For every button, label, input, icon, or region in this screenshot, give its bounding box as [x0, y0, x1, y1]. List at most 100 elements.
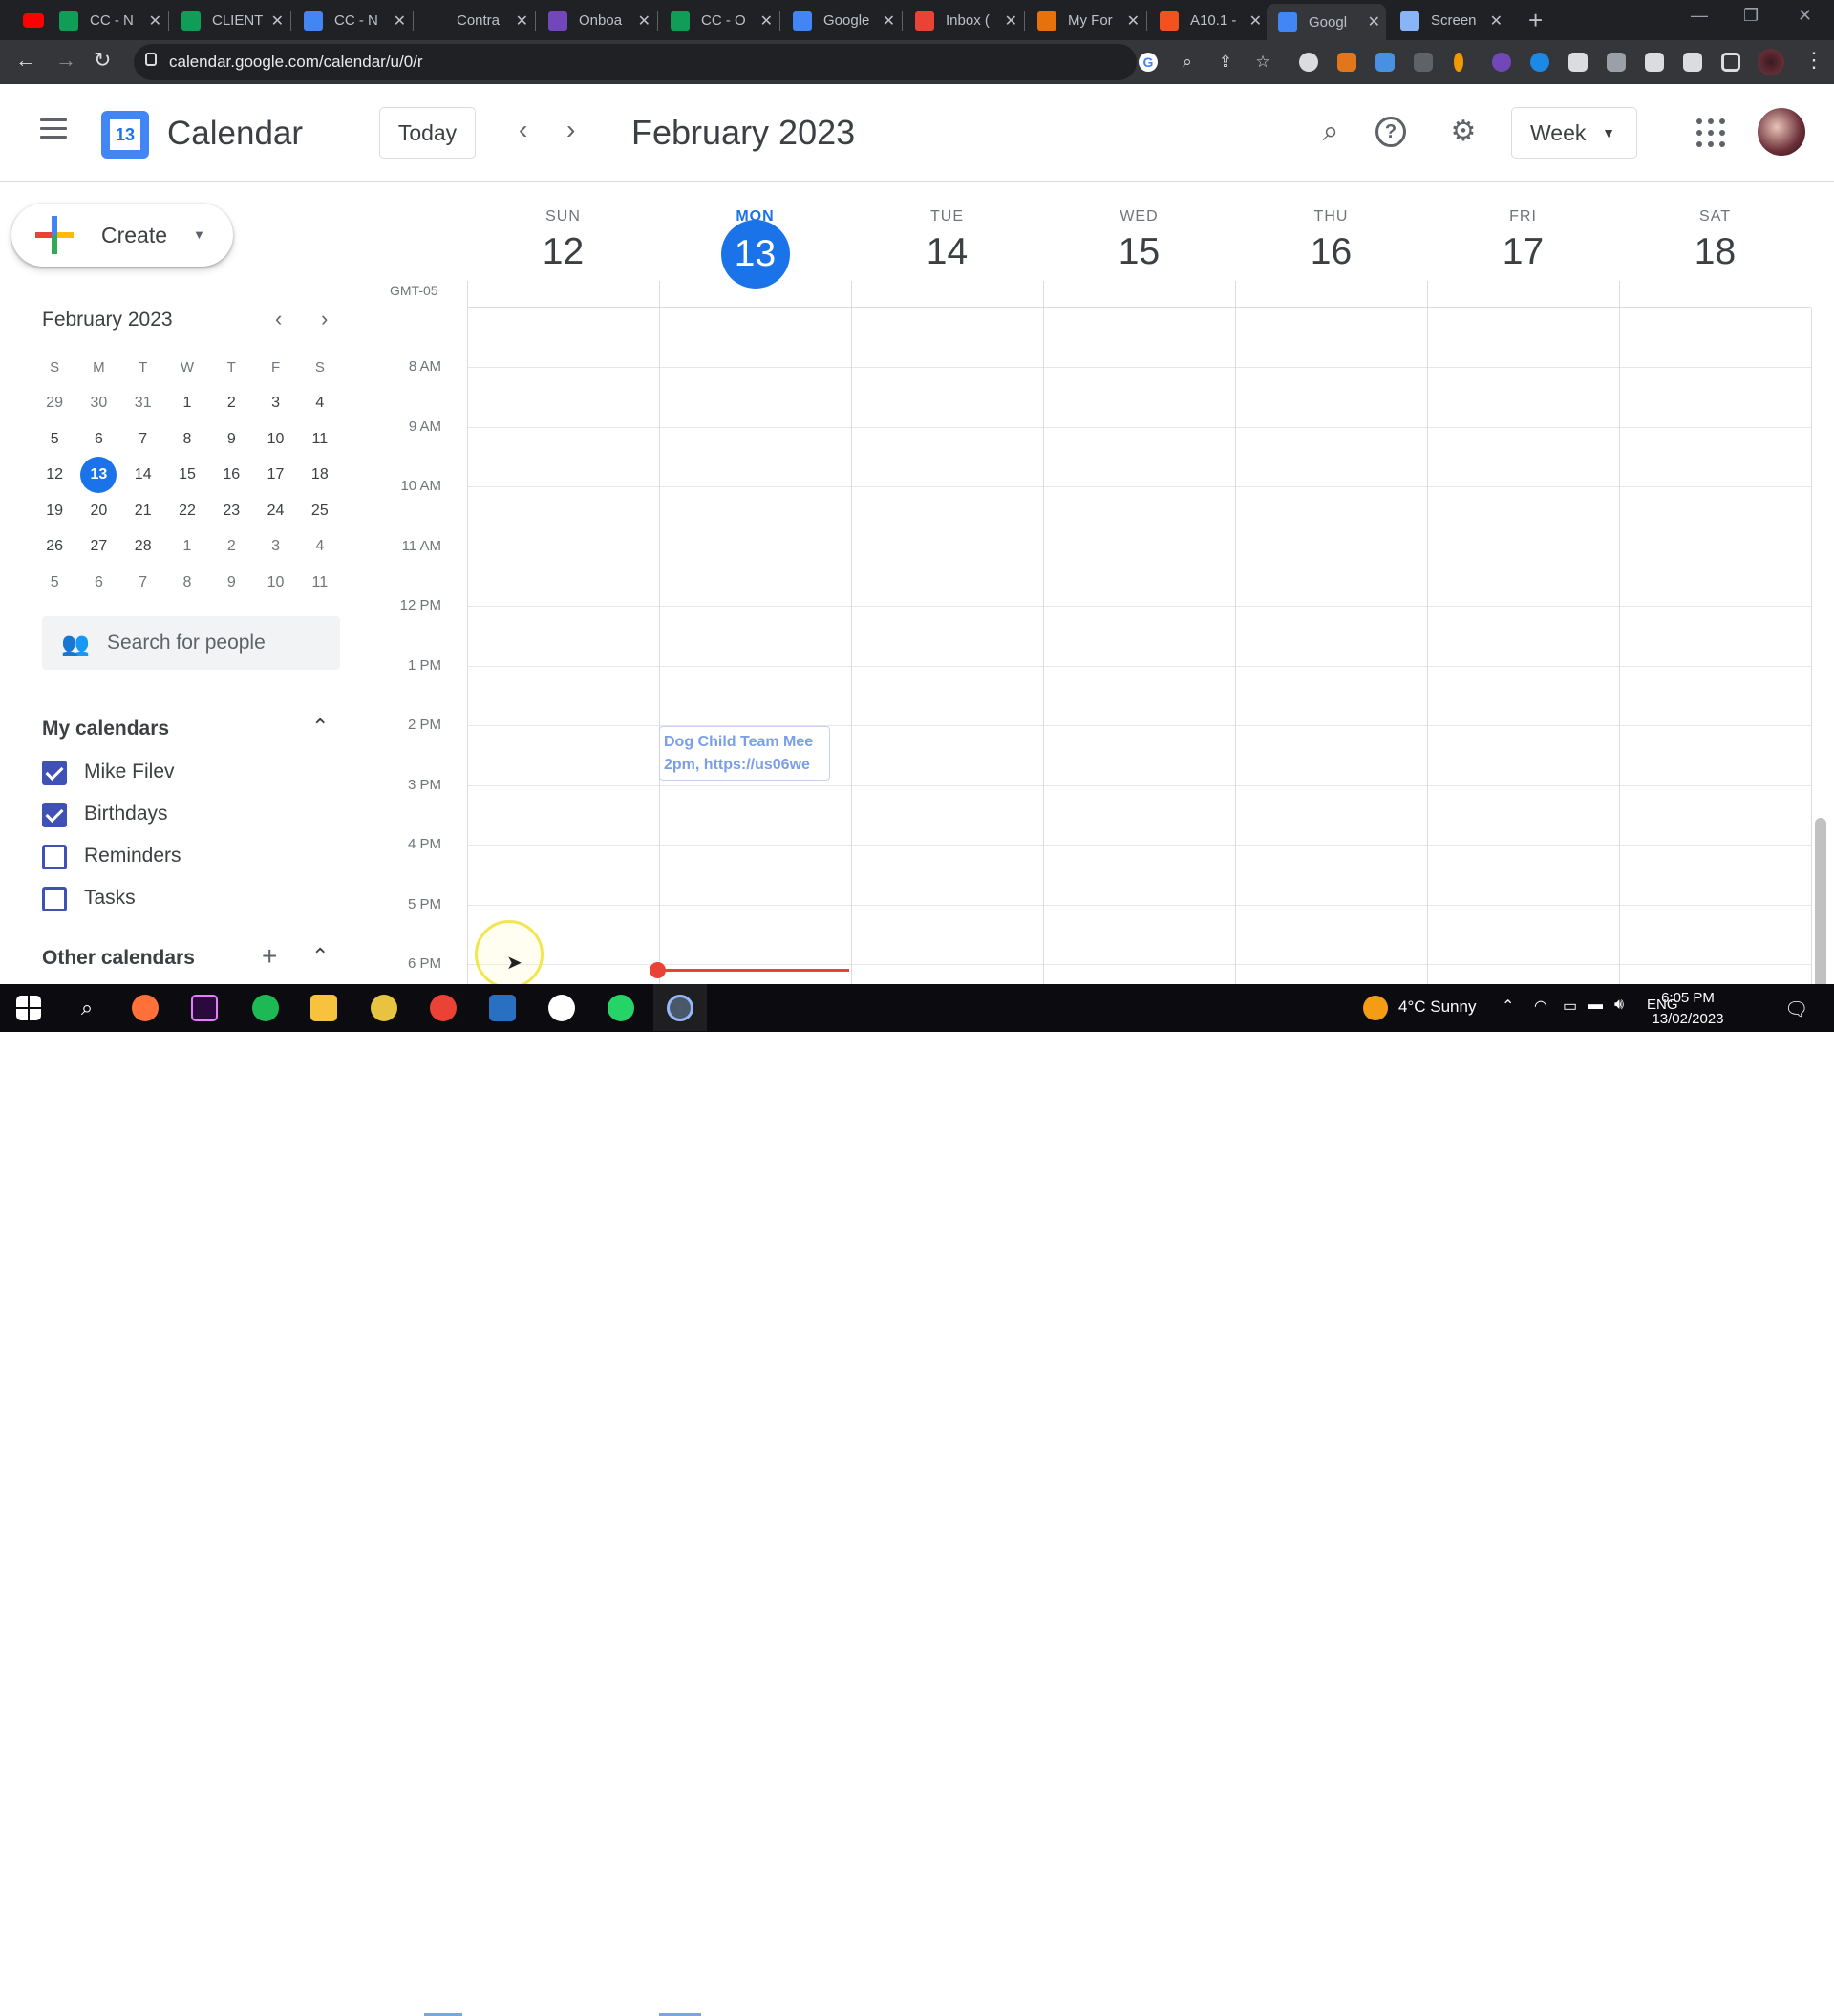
day-column-header[interactable]: FRI 17 [1427, 182, 1619, 273]
extension-list-icon[interactable] [1299, 53, 1318, 72]
battery-icon[interactable]: ▬ [1588, 997, 1603, 1014]
day-column-header[interactable]: WED 15 [1043, 182, 1235, 273]
chrome-icon[interactable] [430, 995, 457, 1021]
side-panel-icon[interactable] [1721, 53, 1740, 72]
extension-icon[interactable] [1454, 53, 1463, 72]
minimize-icon[interactable]: — [1691, 6, 1708, 26]
close-tab-icon[interactable]: ✕ [394, 11, 406, 31]
day-number[interactable]: 14 [851, 231, 1043, 273]
next-week-icon[interactable]: › [566, 115, 575, 145]
news-icon[interactable] [1414, 53, 1433, 72]
photos-icon[interactable] [489, 995, 516, 1021]
close-tab-icon[interactable]: ✕ [271, 11, 284, 31]
file-explorer-icon[interactable] [310, 995, 337, 1021]
google-lens-icon[interactable]: G [1139, 53, 1158, 72]
close-tab-icon[interactable]: ✕ [149, 11, 161, 31]
browser-tab[interactable]: My For ✕ [1026, 5, 1145, 36]
forward-button[interactable]: → [55, 48, 76, 73]
close-tab-icon[interactable]: ✕ [1368, 12, 1380, 32]
menu-icon[interactable]: ⋮ [1803, 48, 1824, 73]
weather-text[interactable]: 4°C Sunny [1398, 997, 1476, 1017]
calendar-logo-icon[interactable]: 13 [101, 111, 149, 159]
tray-expand-icon[interactable]: ⌃ [1502, 997, 1514, 1016]
browser-tab[interactable]: CLIENT ✕ [170, 5, 289, 36]
account-avatar[interactable] [1758, 108, 1805, 156]
media-icon[interactable] [1683, 53, 1702, 72]
screen-icon[interactable] [1607, 53, 1626, 72]
close-tab-icon[interactable]: ✕ [883, 11, 895, 31]
browser-tab[interactable]: Screen ✕ [1389, 5, 1508, 36]
week-time-grid[interactable]: Dog Child Team Mee 2pm, https://us06we ➤… [0, 308, 1834, 984]
app-title[interactable]: Calendar [167, 115, 303, 153]
whatsapp-icon[interactable] [608, 995, 634, 1021]
wifi-icon[interactable]: ◠ [1534, 997, 1547, 1016]
bookmark-star-icon[interactable]: ☆ [1253, 53, 1272, 72]
system-clock[interactable]: 6:05 PM 13/02/2023 [1635, 988, 1740, 1030]
day-column-header[interactable]: SUN 12 [467, 182, 659, 273]
spotify-icon[interactable] [252, 995, 279, 1021]
scrollbar-thumb[interactable] [1815, 818, 1826, 984]
close-window-icon[interactable]: ✕ [1798, 6, 1812, 26]
google-apps-icon[interactable] [1696, 118, 1725, 147]
url-text[interactable]: calendar.google.com/calendar/u/0/r [169, 53, 423, 72]
settings-gear-icon[interactable]: ⚙ [1444, 113, 1482, 151]
metamask-icon[interactable] [1337, 53, 1356, 72]
day-number[interactable]: 18 [1619, 231, 1811, 273]
firefox-icon[interactable] [132, 995, 159, 1021]
back-button[interactable]: ← [15, 48, 36, 73]
day-column-header[interactable]: SAT 18 [1619, 182, 1811, 273]
extension-icon[interactable] [1530, 53, 1549, 72]
event-chip[interactable]: Dog Child Team Mee 2pm, https://us06we [659, 726, 830, 781]
browser-tab[interactable]: CC - O ✕ [659, 5, 778, 36]
premiere-icon[interactable] [191, 995, 218, 1021]
browser-tab[interactable]: CC - N ✕ [48, 5, 167, 36]
search-icon[interactable]: ⌕ [74, 995, 100, 1021]
app-icon[interactable] [371, 995, 397, 1021]
new-tab-button[interactable]: + [1528, 6, 1543, 35]
day-column-header[interactable]: THU 16 [1235, 182, 1427, 273]
extension-icon[interactable] [1376, 53, 1395, 72]
day-number[interactable]: 16 [1235, 231, 1427, 273]
share-icon[interactable]: ⇪ [1216, 53, 1235, 72]
close-tab-icon[interactable]: ✕ [1005, 11, 1017, 31]
extension-icon[interactable] [1492, 53, 1511, 72]
slack-icon[interactable] [548, 995, 575, 1021]
day-column-header[interactable]: TUE 14 [851, 182, 1043, 273]
close-tab-icon[interactable]: ✕ [638, 11, 650, 31]
youtube-icon[interactable] [23, 13, 44, 28]
profile-avatar[interactable] [1758, 49, 1784, 75]
browser-tab[interactable]: A10.1 - ✕ [1148, 5, 1268, 36]
reload-button[interactable]: ↻ [94, 48, 111, 73]
restore-icon[interactable]: ❐ [1743, 6, 1759, 26]
browser-tab[interactable]: Google ✕ [781, 5, 901, 36]
help-icon[interactable]: ? [1376, 117, 1406, 147]
day-number[interactable]: 13 [659, 220, 851, 289]
close-tab-icon[interactable]: ✕ [760, 11, 773, 31]
browser-tab[interactable]: Onboa ✕ [537, 5, 656, 36]
close-tab-icon[interactable]: ✕ [516, 11, 528, 31]
today-button[interactable]: Today [379, 107, 476, 159]
day-number[interactable]: 12 [467, 231, 659, 273]
close-tab-icon[interactable]: ✕ [1249, 11, 1262, 31]
search-icon[interactable]: ⌕ [1312, 113, 1350, 151]
day-number[interactable]: 15 [1043, 231, 1235, 273]
display-icon[interactable]: ▭ [1563, 997, 1577, 1016]
create-button[interactable]: Create ▼ [11, 204, 233, 267]
browser-tab[interactable]: Contra ✕ [415, 5, 534, 36]
puzzle-icon[interactable] [1645, 53, 1664, 72]
browser-tab[interactable]: CC - N ✕ [292, 5, 412, 36]
omnibox[interactable]: calendar.google.com/calendar/u/0/r G ⌕ ⇪… [134, 44, 1270, 80]
browser-tab[interactable]: Inbox (✕ [904, 5, 1023, 36]
weather-sun-icon[interactable] [1363, 996, 1388, 1020]
view-select[interactable]: Week ▼ [1511, 107, 1637, 159]
notifications-icon[interactable]: 🗨︎ [1784, 997, 1808, 1021]
extension-icon[interactable] [1568, 53, 1588, 72]
volume-icon[interactable]: 🔊︎ [1614, 997, 1624, 1014]
close-tab-icon[interactable]: ✕ [1490, 11, 1503, 31]
chevron-down-icon[interactable]: ▼ [193, 227, 205, 242]
close-tab-icon[interactable]: ✕ [1127, 11, 1140, 31]
zoom-icon[interactable]: ⌕ [1178, 53, 1197, 72]
hamburger-menu-icon[interactable] [40, 118, 67, 139]
windows-start-icon[interactable] [16, 996, 41, 1020]
day-column-header[interactable]: MON 13 [659, 182, 851, 289]
